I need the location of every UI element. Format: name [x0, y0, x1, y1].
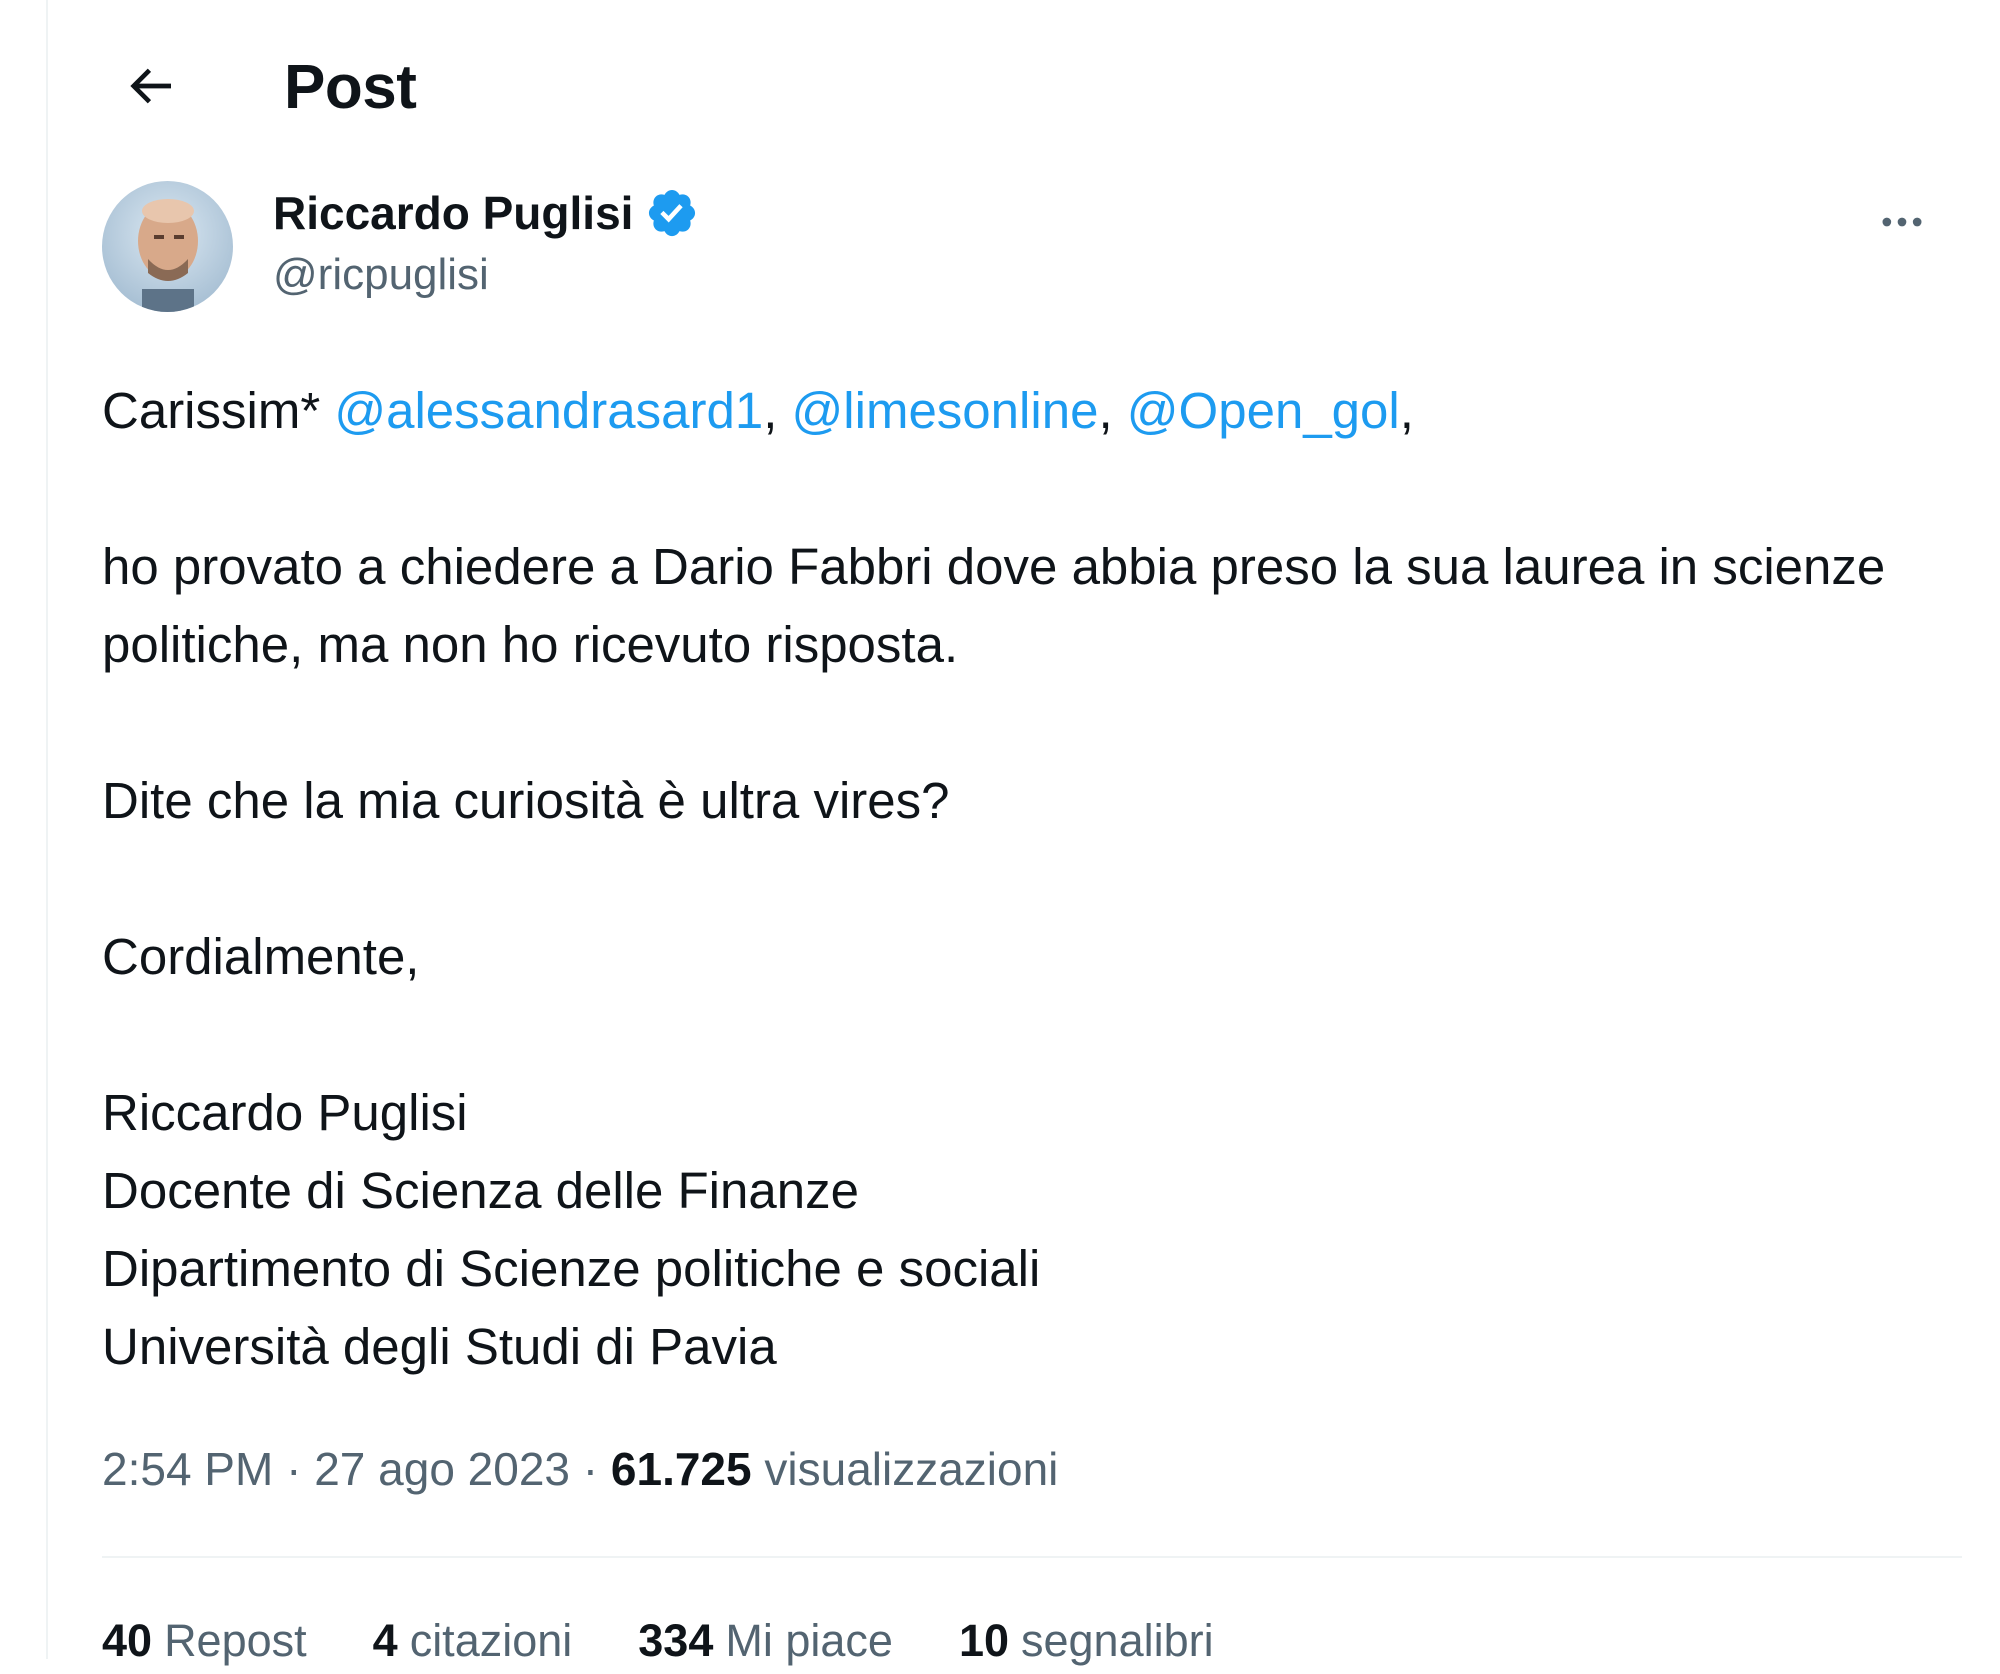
mention-link[interactable]: @Open_gol — [1127, 382, 1400, 439]
greeting-prefix: Carissim* — [102, 382, 335, 439]
stat-label: Mi piace — [725, 1615, 893, 1666]
stat-label: citazioni — [409, 1615, 573, 1666]
views-count: 61.725 — [610, 1443, 752, 1495]
post-time[interactable]: 2:54 PM — [102, 1443, 273, 1495]
meta-dot: · — [273, 1443, 315, 1495]
meta-dot: · — [570, 1443, 611, 1495]
reposts-stat[interactable]: 40 Repost — [102, 1608, 307, 1674]
back-button[interactable] — [108, 44, 192, 128]
post-meta: 2:54 PM · 27 ago 2023 · 61.725 visualizz… — [102, 1436, 1058, 1502]
stat-count: 40 — [102, 1615, 153, 1666]
signature-line: Riccardo Puglisi — [102, 1084, 468, 1141]
more-dots-icon — [1882, 217, 1922, 227]
signature-line: Dipartimento di Scienze politiche e soci… — [102, 1240, 1041, 1297]
signature-line: Docente di Scienza delle Finanze — [102, 1162, 859, 1219]
divider — [102, 1556, 1962, 1558]
author-name-row: Riccardo Puglisi — [273, 178, 699, 248]
arrow-left-icon — [130, 68, 171, 104]
author-name[interactable]: Riccardo Puglisi — [273, 186, 633, 240]
engagement-stats: 40 Repost 4 citazioni 334 Mi piace 10 segnal… — [102, 1608, 1280, 1674]
avatar-photo — [102, 181, 233, 312]
mention-link[interactable]: @limesonline — [792, 382, 1099, 439]
greeting-suffix: , — [1399, 382, 1414, 439]
stat-count: 4 — [372, 1615, 398, 1666]
page-title: Post — [284, 53, 417, 122]
more-options-button[interactable] — [1860, 180, 1944, 264]
closing: Cordialmente, — [102, 928, 420, 985]
avatar[interactable] — [102, 181, 233, 312]
separator: , — [763, 382, 792, 439]
mention-link[interactable]: @alessandrasard1 — [334, 382, 763, 439]
quotes-stat[interactable]: 4 citazioni — [373, 1608, 573, 1674]
stat-count: 10 — [958, 1615, 1009, 1666]
author-handle[interactable]: @ricpuglisi — [273, 250, 699, 300]
signature-line: Università degli Studi di Pavia — [102, 1318, 777, 1375]
separator: , — [1098, 382, 1127, 439]
verified-badge-icon[interactable] — [645, 186, 699, 240]
post-detail-column: Post Riccardo Puglisi @ricpuglisi Cariss… — [46, 0, 1996, 1666]
post-date[interactable]: 27 ago 2023 — [314, 1443, 570, 1495]
stat-count: 334 — [638, 1615, 714, 1666]
bookmarks-stat[interactable]: 10 segnalibri — [959, 1608, 1214, 1674]
post-header: Post — [48, 0, 1996, 180]
author-block: Riccardo Puglisi @ricpuglisi — [273, 178, 699, 300]
greeting-line: Carissim* @alessandrasard1, @limesonline… — [102, 372, 1962, 450]
paragraph-2: Dite che la mia curiosità è ultra vires? — [102, 772, 950, 829]
stat-label: segnalibri — [1021, 1615, 1214, 1666]
paragraph-1: ho provato a chiedere a Dario Fabbri dov… — [102, 538, 1886, 673]
tweet-text: Carissim* @alessandrasard1, @limesonline… — [102, 372, 1962, 1386]
stat-label: Repost — [164, 1615, 307, 1666]
views-label: visualizzazioni — [764, 1443, 1059, 1495]
likes-stat[interactable]: 334 Mi piace — [638, 1608, 893, 1674]
